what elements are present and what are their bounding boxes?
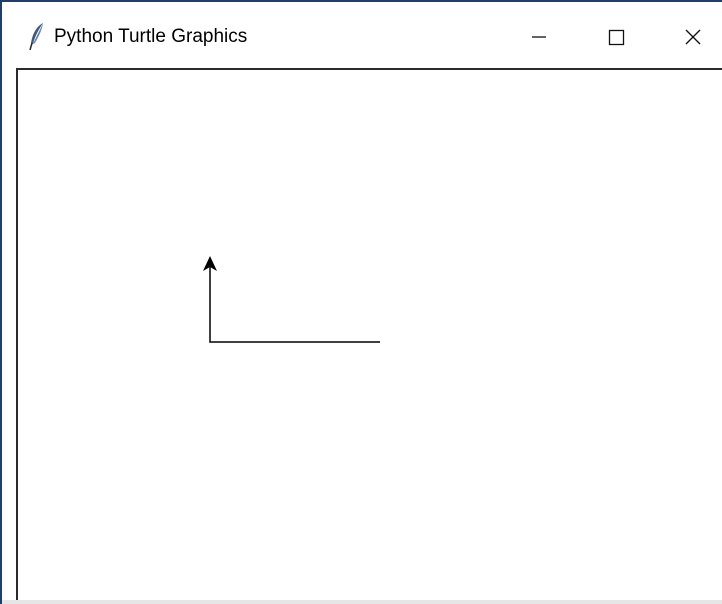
window-border-left <box>2 68 16 600</box>
close-button[interactable] <box>670 10 716 56</box>
turtle-path <box>209 265 380 343</box>
window-border-bottom <box>2 600 722 604</box>
feather-icon <box>28 22 46 52</box>
turtle-window: Python Turtle Graphics <box>0 0 722 604</box>
minimize-button[interactable] <box>516 10 562 56</box>
window-title: Python Turtle Graphics <box>54 26 248 47</box>
maximize-button[interactable] <box>594 10 640 56</box>
close-icon <box>685 29 701 45</box>
maximize-icon <box>608 29 625 46</box>
minimize-icon <box>532 36 546 38</box>
turtle-canvas[interactable] <box>16 68 722 600</box>
turtle-drawing <box>203 256 380 343</box>
title-bar[interactable]: Python Turtle Graphics <box>2 2 722 68</box>
